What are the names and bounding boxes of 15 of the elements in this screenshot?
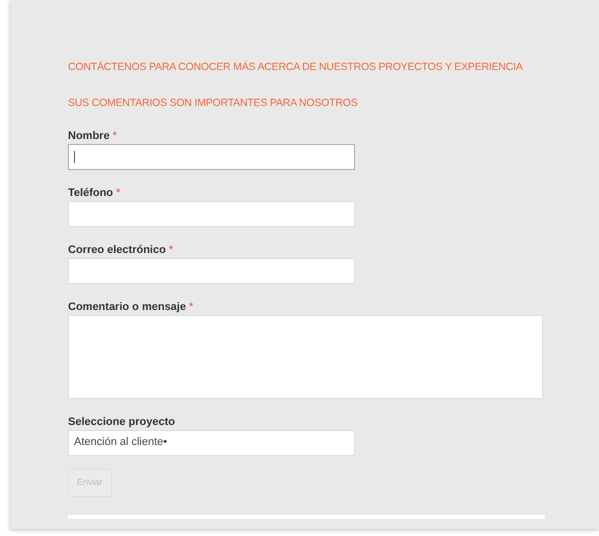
required-mark: * (112, 130, 117, 142)
text-cursor (74, 150, 75, 162)
section-heading: SUS COMENTARIOS SON IMPORTANTES PARA NOSOTROS (68, 96, 359, 111)
required-mark: * (188, 300, 194, 312)
required-mark: * (168, 244, 174, 256)
field-label: Comentario o mensaje (68, 300, 186, 312)
required-mark: * (116, 186, 120, 198)
field-label: Seleccione proyecto (68, 416, 175, 428)
field-label: Teléfono (68, 186, 114, 198)
field-label: Correo electrónico (68, 244, 166, 256)
section-heading: CONTÁCTENOS PARA CONOCER MÁS ACERCA DE NUESTROS PROYECTOS Y EXPERIENCIA (68, 60, 524, 75)
field-label: Nombre (68, 130, 110, 142)
message-textarea[interactable] (68, 314, 543, 398)
input-field[interactable] (68, 144, 355, 170)
project-select[interactable]: Atención al cliente• (68, 430, 355, 456)
